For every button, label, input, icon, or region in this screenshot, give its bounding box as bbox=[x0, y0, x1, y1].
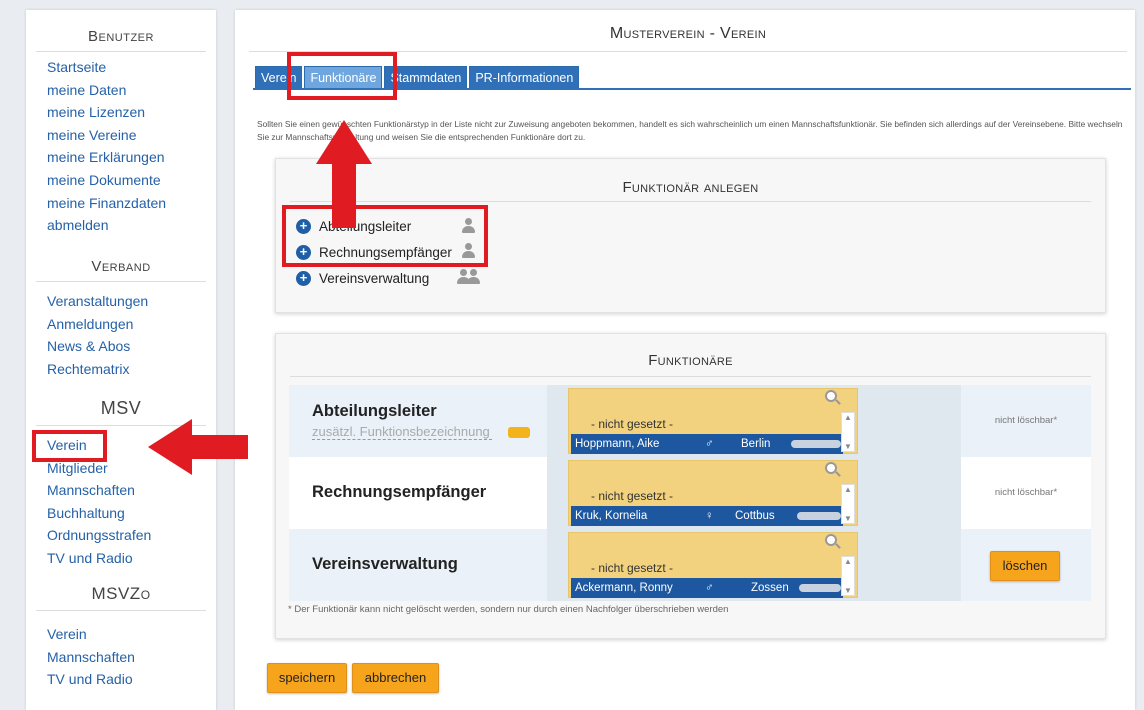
delete-button[interactable]: löschen bbox=[990, 551, 1060, 581]
sidebar-item-msvzo-tv-und-radio[interactable]: TV und Radio bbox=[47, 668, 216, 691]
sidebar-item-msvzo-mannschaften[interactable]: Mannschaften bbox=[47, 646, 216, 669]
save-button[interactable]: speichern bbox=[267, 663, 347, 693]
person-icon bbox=[461, 243, 475, 259]
add-vereinsverwaltung[interactable]: + Vereinsverwaltung bbox=[296, 267, 429, 289]
sidebar-item-meine-erklaerungen[interactable]: meine Erklärungen bbox=[47, 146, 216, 169]
person-city: Zossen bbox=[751, 582, 789, 594]
redacted-value bbox=[797, 512, 841, 520]
plus-circle-icon: + bbox=[296, 218, 311, 234]
add-rechnungsempfaenger-label: Rechnungsempfänger bbox=[319, 244, 452, 260]
create-functionary-panel: Funktionär anlegen + Abteilungsleiter + … bbox=[275, 158, 1106, 313]
person-city: Cottbus bbox=[735, 510, 775, 522]
select-option-selected[interactable]: Kruk, Kornelia ♀ Cottbus bbox=[571, 506, 843, 526]
add-rechnungsempfaenger[interactable]: + Rechnungsempfänger bbox=[296, 241, 452, 263]
gender-icon: ♂ bbox=[705, 582, 714, 594]
sidebar-item-news-abos[interactable]: News & Abos bbox=[47, 335, 216, 358]
sidebar-item-anmeldungen[interactable]: Anmeldungen bbox=[47, 313, 216, 336]
plus-circle-icon: + bbox=[296, 270, 311, 286]
search-icon[interactable] bbox=[825, 390, 837, 402]
sidebar-item-meine-daten[interactable]: meine Daten bbox=[47, 79, 216, 102]
role-name: Rechnungsempfänger bbox=[312, 483, 487, 501]
table-row: Vereinsverwaltung - nicht gesetzt - Acke… bbox=[289, 529, 1091, 601]
sidebar-item-tv-und-radio[interactable]: TV und Radio bbox=[47, 547, 216, 570]
functionaries-table: Abteilungsleiter zusätzl. Funktionsbezei… bbox=[289, 385, 1091, 601]
sidebar-item-meine-lizenzen[interactable]: meine Lizenzen bbox=[47, 101, 216, 124]
action-status: nicht löschbar* bbox=[994, 487, 1058, 498]
select-option-selected[interactable]: Hoppmann, Aike ♂ Berlin bbox=[571, 434, 843, 454]
sidebar-item-ordnungsstrafen[interactable]: Ordnungsstrafen bbox=[47, 524, 216, 547]
search-icon[interactable] bbox=[825, 462, 837, 474]
role-name: Abteilungsleiter bbox=[312, 402, 437, 420]
search-icon[interactable] bbox=[825, 534, 837, 546]
gender-icon: ♂ bbox=[705, 438, 714, 450]
sidebar-item-msvzo-verein[interactable]: Verein bbox=[47, 623, 216, 646]
person-icon bbox=[461, 218, 475, 234]
functionary-select[interactable]: - nicht gesetzt - Kruk, Kornelia ♀ Cottb… bbox=[568, 460, 858, 526]
functionary-select[interactable]: - nicht gesetzt - Hoppmann, Aike ♂ Berli… bbox=[568, 388, 858, 454]
plus-circle-icon: + bbox=[296, 244, 311, 260]
person-city: Berlin bbox=[741, 438, 771, 450]
create-panel-title: Funktionär anlegen bbox=[622, 179, 759, 196]
sidebar: Benutzer Startseite meine Daten meine Li… bbox=[26, 10, 216, 710]
sidebar-item-mannschaften[interactable]: Mannschaften bbox=[47, 479, 216, 502]
redacted-value bbox=[799, 584, 841, 592]
person-name: Kruk, Kornelia bbox=[575, 510, 648, 522]
tab-stammdaten[interactable]: Stammdaten bbox=[384, 66, 468, 88]
sidebar-item-abmelden[interactable]: abmelden bbox=[47, 214, 216, 237]
extra-title-field[interactable]: zusätzl. Funktionsbezeichnung bbox=[312, 424, 492, 440]
tab-verein[interactable]: Verein bbox=[255, 66, 303, 88]
tab-bar: Verein Funktionäre Stammdaten PR-Informa… bbox=[255, 66, 581, 88]
edit-tag-icon[interactable] bbox=[508, 427, 530, 438]
select-option-not-set[interactable]: - nicht gesetzt - bbox=[591, 489, 673, 503]
functionary-select[interactable]: - nicht gesetzt - Ackermann, Ronny ♂ Zos… bbox=[568, 532, 858, 598]
select-option-selected[interactable]: Ackermann, Ronny ♂ Zossen bbox=[571, 578, 843, 598]
sidebar-item-meine-vereine[interactable]: meine Vereine bbox=[47, 124, 216, 147]
sidebar-item-startseite[interactable]: Startseite bbox=[47, 56, 216, 79]
cancel-button[interactable]: abbrechen bbox=[352, 663, 439, 693]
sidebar-heading-msvzo: MSVZo bbox=[36, 584, 206, 611]
select-scrollbar[interactable]: ▲ ▼ bbox=[841, 412, 855, 452]
role-name: Vereinsverwaltung bbox=[312, 555, 458, 573]
sidebar-item-rechtematrix[interactable]: Rechtematrix bbox=[47, 358, 216, 381]
person-name: Hoppmann, Aike bbox=[575, 438, 660, 450]
person-name: Ackermann, Ronny bbox=[575, 582, 673, 594]
select-option-not-set[interactable]: - nicht gesetzt - bbox=[591, 417, 673, 431]
gender-icon: ♀ bbox=[705, 510, 714, 522]
redacted-value bbox=[791, 440, 841, 448]
annotation-arrow-left-icon bbox=[148, 419, 248, 475]
sidebar-item-meine-dokumente[interactable]: meine Dokumente bbox=[47, 169, 216, 192]
select-option-not-set[interactable]: - nicht gesetzt - bbox=[591, 561, 673, 575]
footnote: * Der Funktionär kann nicht gelöscht wer… bbox=[288, 604, 729, 615]
info-text: Sollten Sie einen gewünschten Funktionär… bbox=[257, 119, 1123, 142]
sidebar-item-veranstaltungen[interactable]: Veranstaltungen bbox=[47, 290, 216, 313]
action-status: nicht löschbar* bbox=[994, 415, 1058, 426]
select-scrollbar[interactable]: ▲ ▼ bbox=[841, 484, 855, 524]
tab-underline bbox=[253, 88, 1131, 90]
select-scrollbar[interactable]: ▲ ▼ bbox=[841, 556, 855, 596]
tab-funktionaere[interactable]: Funktionäre bbox=[304, 66, 383, 88]
sidebar-heading-benutzer: Benutzer bbox=[36, 28, 206, 52]
table-row: Abteilungsleiter zusätzl. Funktionsbezei… bbox=[289, 385, 1091, 457]
table-row: Rechnungsempfänger - nicht gesetzt - Kru… bbox=[289, 457, 1091, 529]
sidebar-item-meine-finanzdaten[interactable]: meine Finanzdaten bbox=[47, 192, 216, 215]
add-vereinsverwaltung-label: Vereinsverwaltung bbox=[319, 270, 430, 286]
page-title: Musterverein - Verein bbox=[249, 25, 1127, 52]
tab-pr-informationen[interactable]: PR-Informationen bbox=[469, 66, 580, 88]
annotation-arrow-up-icon bbox=[316, 120, 372, 228]
sidebar-item-buchhaltung[interactable]: Buchhaltung bbox=[47, 502, 216, 525]
sidebar-heading-verband: Verband bbox=[36, 258, 206, 282]
functionaries-panel-title: Funktionäre bbox=[648, 352, 733, 369]
